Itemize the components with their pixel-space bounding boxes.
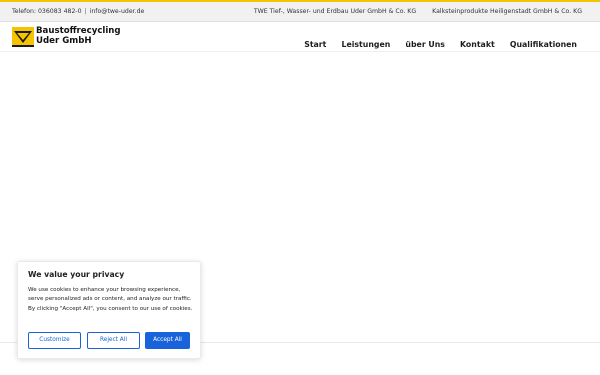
company-name[interactable]: Baustoffrecycling Uder GmbH bbox=[36, 26, 121, 46]
contact-info: Telefon: 036083 482-0 | info@twe-uder.de bbox=[12, 8, 144, 15]
phone-number[interactable]: Telefon: 036083 482-0 bbox=[12, 8, 82, 15]
accept-all-button[interactable]: Accept All bbox=[145, 332, 190, 349]
sister-companies-links: TWE Tief-, Wasser- und Erdbau Uder GmbH … bbox=[240, 8, 582, 15]
reject-all-button[interactable]: Reject All bbox=[87, 332, 140, 349]
cookie-banner-title: We value your privacy bbox=[28, 270, 125, 279]
nav-qualifikationen[interactable]: Qualifikationen bbox=[510, 40, 577, 49]
cookie-banner-text: We use cookies to enhance your browsing … bbox=[28, 287, 193, 312]
main-navigation: Start Leistungen über Uns Kontakt Qualif… bbox=[294, 32, 577, 51]
cookie-consent-banner: We value your privacy We use cookies to … bbox=[17, 261, 201, 359]
nav-ueber-uns[interactable]: über Uns bbox=[405, 40, 445, 49]
nav-kontakt[interactable]: Kontakt bbox=[460, 40, 495, 49]
site-header: Baustoffrecycling Uder GmbH Start Leistu… bbox=[0, 22, 600, 51]
link-twe-company[interactable]: TWE Tief-, Wasser- und Erdbau Uder GmbH … bbox=[254, 8, 416, 15]
customize-button[interactable]: Customize bbox=[28, 332, 81, 349]
nav-start[interactable]: Start bbox=[304, 40, 326, 49]
company-name-line-2: Uder GmbH bbox=[36, 35, 92, 46]
top-info-bar: Telefon: 036083 482-0 | info@twe-uder.de T… bbox=[0, 2, 600, 22]
company-logo-icon[interactable] bbox=[12, 27, 34, 47]
link-kalksteinprodukte-company[interactable]: Kalksteinprodukte Heiligenstadt GmbH & C… bbox=[432, 8, 582, 15]
contact-separator: | bbox=[84, 8, 87, 15]
email-link[interactable]: info@twe-uder.de bbox=[90, 8, 145, 15]
nav-leistungen[interactable]: Leistungen bbox=[341, 40, 390, 49]
